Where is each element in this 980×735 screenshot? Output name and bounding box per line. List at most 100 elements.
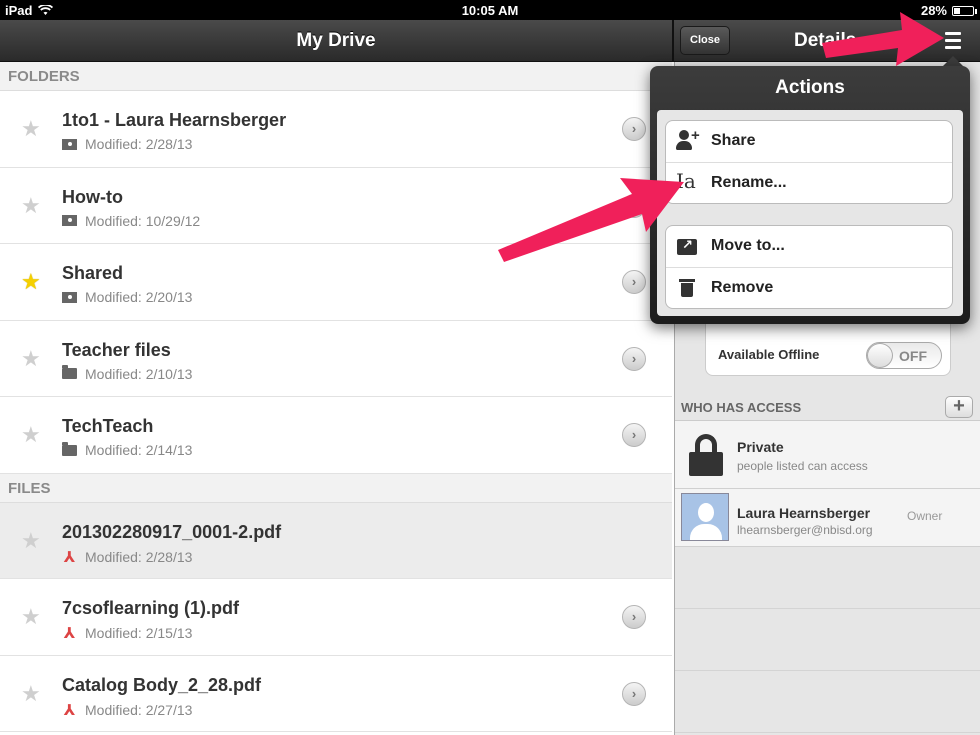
page-title: My Drive (296, 30, 376, 51)
modified-date: Modified: 2/27/13 (85, 701, 193, 718)
details-title: Details (794, 30, 857, 51)
chevron-right-icon[interactable]: › (622, 270, 646, 294)
action-group-secondary: ↗ Move to... Remove (665, 225, 953, 309)
move-folder-icon: ↗ (676, 235, 700, 257)
clock: 10:05 AM (461, 3, 519, 18)
toggle-knob (867, 343, 893, 368)
folder-name: Shared (62, 263, 124, 283)
modified-date: Modified: 2/28/13 (85, 136, 193, 152)
file-name: 7csoflearning (1).pdf (62, 598, 240, 618)
popover-title: Actions (775, 77, 845, 98)
modified-info: ⅄ Modified: 2/15/13 (62, 624, 193, 642)
access-header: WHO HAS ACCESS (675, 393, 980, 421)
folder-name: Teacher files (62, 339, 171, 360)
file-row[interactable]: ★ 7csoflearning (1).pdf ⅄ Modified: 2/15/13… (0, 579, 672, 656)
battery-icon (952, 5, 977, 16)
move-action[interactable]: ↗ Move to... (666, 226, 952, 268)
star-icon[interactable]: ★ (21, 682, 41, 705)
folder-row[interactable]: ★ Teacher files Modified: 2/10/13 › (0, 320, 672, 397)
chevron-right-icon[interactable]: › (622, 346, 646, 371)
offline-toggle[interactable]: OFF (866, 342, 942, 369)
folder-row[interactable]: ★ 1to1 - Laura Hearnsberger Modified: 2/28… (0, 91, 672, 168)
action-group-primary: + Share Ia Rename... (665, 120, 953, 204)
file-name: 201302280917_0001-2.pdf (62, 521, 282, 542)
file-list: FOLDERS ★ 1to1 - Laura Hearnsberger Modifi… (0, 62, 672, 735)
folder-icon (62, 441, 77, 456)
owner-row[interactable]: Laura Hearnsberger lhearnsberger@nbisd.o… (675, 489, 980, 547)
shared-folder-icon (62, 215, 77, 226)
pdf-icon: ⅄ (63, 701, 76, 719)
pdf-icon: ⅄ (63, 625, 76, 642)
avatar (681, 493, 729, 541)
modified-info: Modified: 2/28/13 (62, 136, 192, 152)
file-row[interactable]: ★ 201302280917_0001-2.pdf ⅄ Modified: 2/28/… (0, 502, 672, 579)
status-bar: iPad 10:05 AM 28% (0, 0, 980, 20)
star-icon[interactable]: ★ (21, 194, 41, 217)
folder-name: How-to (62, 186, 123, 207)
offline-label: Available Offline (718, 347, 820, 362)
nav-divider (672, 20, 674, 62)
close-button[interactable]: Close (680, 26, 730, 55)
pdf-icon: ⅄ (63, 548, 76, 566)
chevron-right-icon[interactable]: › (622, 193, 646, 218)
modified-info: Modified: 2/20/13 (62, 289, 192, 305)
chevron-right-icon[interactable]: › (622, 681, 646, 706)
privacy-title: Private (737, 439, 784, 455)
folder-row[interactable]: ★ How-to Modified: 10/29/12 › (0, 167, 672, 244)
modified-date: Modified: 2/20/13 (85, 289, 193, 305)
star-icon[interactable]: ★ (21, 424, 41, 446)
chevron-right-icon[interactable]: › (622, 605, 646, 629)
star-icon[interactable]: ★ (21, 529, 41, 552)
star-icon[interactable]: ★ (21, 271, 41, 293)
folder-name: 1to1 - Laura Hearnsberger (62, 110, 287, 130)
owner-email: lhearnsberger@nbisd.org (737, 523, 873, 537)
lock-icon (689, 434, 723, 476)
folder-row[interactable]: ★ TechTeach Modified: 2/14/13 › (0, 397, 672, 474)
files-header: FILES (0, 473, 672, 503)
popover-body: + Share Ia Rename... ↗ Move to... Remove (657, 110, 963, 316)
privacy-row[interactable]: Private people listed can access (675, 421, 980, 489)
menu-icon[interactable] (940, 28, 966, 54)
share-label: Share (711, 132, 756, 149)
add-access-button[interactable]: + (945, 396, 973, 418)
remove-label: Remove (711, 278, 774, 296)
actions-popover: Actions + Share Ia Rename... ↗ Move to..… (650, 66, 970, 324)
modified-info: Modified: 2/14/13 (62, 441, 193, 458)
modified-date: Modified: 2/14/13 (85, 442, 193, 458)
shared-folder-icon (62, 138, 77, 150)
privacy-subtitle: people listed can access (737, 459, 868, 473)
folder-icon (62, 365, 77, 379)
chevron-right-icon[interactable]: › (622, 117, 646, 141)
toggle-state: OFF (899, 348, 927, 364)
modified-date: Modified: 2/10/13 (85, 365, 193, 382)
add-person-icon: + (676, 127, 700, 152)
rename-action[interactable]: Ia Rename... (666, 163, 952, 204)
folder-name: TechTeach (62, 416, 154, 436)
trash-icon (676, 277, 700, 299)
star-icon[interactable]: ★ (21, 606, 41, 628)
share-action[interactable]: + Share (666, 121, 952, 163)
owner-name: Laura Hearnsberger (737, 505, 871, 521)
shared-folder-icon (62, 291, 77, 303)
remove-action[interactable]: Remove (666, 268, 952, 309)
move-label: Move to... (711, 237, 785, 254)
star-icon[interactable]: ★ (21, 347, 41, 370)
text-cursor-icon: Ia (676, 168, 696, 193)
folder-row[interactable]: ★ Shared Modified: 2/20/13 › (0, 244, 672, 321)
modified-date: Modified: 2/28/13 (85, 548, 193, 565)
battery-percent: 28% (920, 3, 947, 18)
owner-role: Owner (907, 509, 943, 523)
folders-header: FOLDERS (0, 62, 672, 91)
navigation-bar: My Drive Close Details (0, 20, 980, 62)
modified-date: Modified: 10/29/12 (85, 212, 201, 229)
modified-info: Modified: 10/29/12 (62, 213, 200, 229)
chevron-right-icon[interactable]: › (622, 423, 646, 447)
file-name: Catalog Body_2_28.pdf (62, 674, 262, 695)
modified-info: ⅄ Modified: 2/28/13 (62, 548, 193, 566)
file-row[interactable]: ★ Catalog Body_2_28.pdf ⅄ Modified: 2/27/13… (0, 655, 672, 732)
star-icon[interactable]: ★ (21, 118, 41, 140)
modified-info: Modified: 2/10/13 (62, 365, 193, 382)
modified-info: ⅄ Modified: 2/27/13 (62, 701, 193, 719)
rename-label: Rename... (711, 173, 787, 191)
modified-date: Modified: 2/15/13 (85, 625, 193, 641)
